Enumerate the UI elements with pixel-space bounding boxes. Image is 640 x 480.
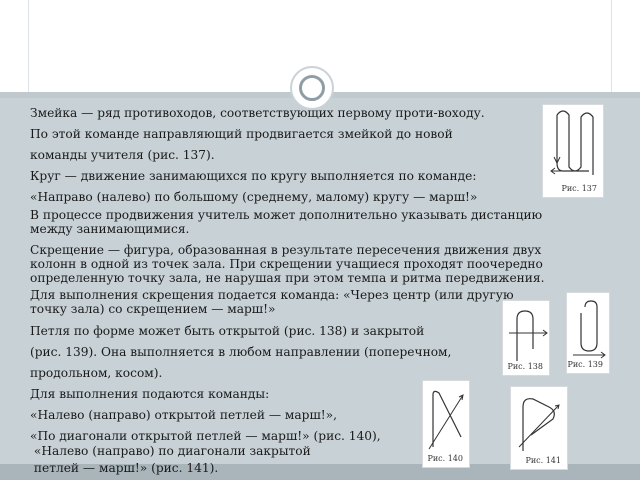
- figure-139: Рис. 139: [566, 292, 610, 374]
- figure-caption: Рис. 141: [525, 456, 561, 465]
- text-line: «По диагонали открытой петлей — марш!» (…: [30, 429, 381, 443]
- figure-caption: Рис. 139: [567, 360, 603, 369]
- text-line: По этой команде направляющий продвигаетс…: [30, 127, 453, 141]
- figure-caption: Рис. 140: [427, 454, 463, 463]
- text-line: Петля по форме может быть открытой (рис.…: [30, 324, 425, 338]
- figure-caption: Рис. 137: [561, 184, 597, 193]
- text-line: (рис. 139). Она выполняется в любом напр…: [30, 345, 452, 359]
- figure-138: Рис. 138: [502, 300, 550, 376]
- slide-ornament-circle: [290, 66, 334, 110]
- text-line: «Направо (налево) по большому (среднему,…: [30, 190, 478, 204]
- text-line: Круг — движение занимающихся по кругу вы…: [30, 169, 477, 183]
- frame-line-right: [611, 0, 612, 92]
- slide-ornament-ring: [299, 75, 325, 101]
- figure-140: Рис. 140: [422, 380, 470, 468]
- text-line: «Налево (направо) открытой петлей — марш…: [30, 408, 338, 422]
- text-line: В процессе продвижения учитель может доп…: [30, 208, 543, 222]
- figure-137: Рис. 137: [542, 104, 604, 198]
- text-line: колонн в одной из точек зала. При скреще…: [30, 257, 543, 271]
- text-line: Змейка — ряд противоходов, соответствующ…: [30, 106, 485, 120]
- figure-caption: Рис. 138: [507, 362, 543, 371]
- text-line: между занимающимися.: [30, 222, 190, 236]
- text-line: «Налево (направо) по диагонали закрытой: [30, 444, 311, 458]
- frame-line-left: [28, 0, 29, 92]
- figure-141: Рис. 141: [510, 386, 568, 470]
- text-line: продольном, косом).: [30, 366, 163, 380]
- text-line: Для выполнения подаются команды:: [30, 387, 270, 401]
- text-line: точку зала) со скрещением — марш!»: [30, 302, 276, 316]
- text-line: Для выполнения скрещения подается команд…: [30, 288, 514, 302]
- text-line: Скрещение — фигура, образованная в резул…: [30, 243, 542, 257]
- text-line: определенную точку зала, не нарушая при …: [30, 271, 545, 285]
- text-line: команды учителя (рис. 137).: [30, 148, 215, 162]
- text-line: петлей — марш!» (рис. 141).: [30, 461, 219, 475]
